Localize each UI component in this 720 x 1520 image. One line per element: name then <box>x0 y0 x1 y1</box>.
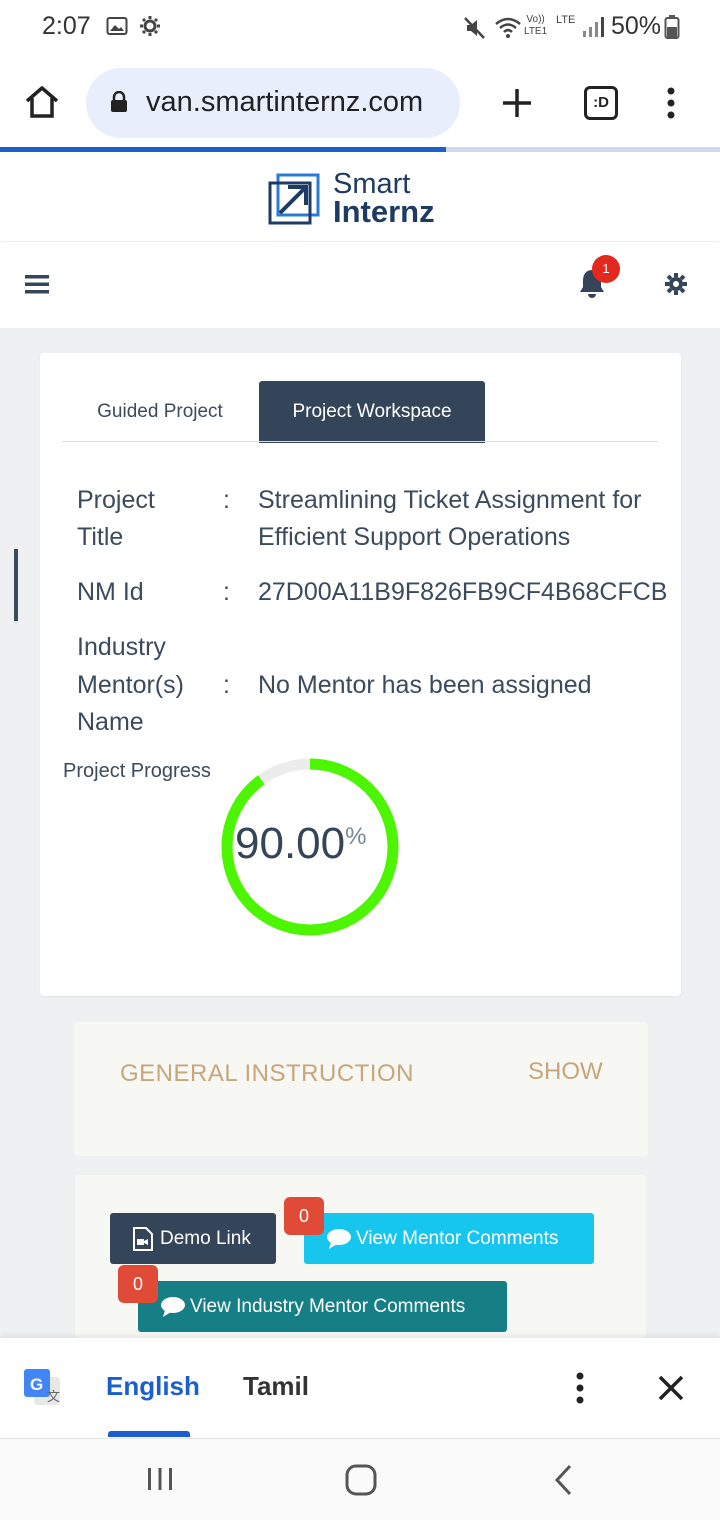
app-nav-bar: 1 <box>0 242 720 328</box>
project-title-label-line2: Title <box>77 523 124 551</box>
nm-id-colon: : <box>223 578 230 606</box>
browser-toolbar: van.smartinternz.com :D <box>0 56 720 150</box>
logo-text-internz: Internz <box>333 194 435 229</box>
back-icon[interactable] <box>552 1463 574 1497</box>
recent-apps-icon[interactable] <box>145 1466 175 1492</box>
address-bar[interactable]: van.smartinternz.com <box>86 68 460 138</box>
volte-label: Vo)) <box>526 14 545 25</box>
tab-divider <box>62 441 658 442</box>
site-header: Smart Internz <box>0 152 720 242</box>
demo-link-label: Demo Link <box>160 1227 251 1249</box>
view-mentor-comments-label: View Mentor Comments <box>356 1227 559 1249</box>
status-time: 2:07 <box>42 12 91 40</box>
translate-bar: G 文 English Tamil <box>0 1338 720 1438</box>
mentor-comments-count-badge: 0 <box>284 1197 324 1235</box>
tab-switcher-button[interactable]: :D <box>584 86 618 120</box>
home-nav-icon[interactable] <box>344 1463 378 1497</box>
svg-text:G: G <box>30 1375 43 1394</box>
video-file-icon <box>133 1226 153 1251</box>
lte1-label: LTE1 <box>524 26 548 37</box>
more-options-icon[interactable] <box>664 86 678 120</box>
language-english[interactable]: English <box>106 1371 200 1402</box>
status-bar: 2:07 Vo)) LTE1 LTE 50% <box>0 0 720 56</box>
settings-icon[interactable] <box>664 272 688 296</box>
comment-icon <box>327 1228 351 1249</box>
hamburger-menu-icon[interactable] <box>25 274 49 294</box>
view-industry-mentor-comments-button[interactable]: View Industry Mentor Comments <box>138 1281 507 1332</box>
project-title-value-line2: Efficient Support Operations <box>258 523 571 551</box>
view-mentor-comments-button[interactable]: View Mentor Comments <box>304 1213 594 1264</box>
svg-text:文: 文 <box>47 1390 60 1405</box>
general-instruction-title: GENERAL INSTRUCTION <box>120 1060 414 1087</box>
mentor-colon: : <box>223 671 230 699</box>
demo-link-button[interactable]: Demo Link <box>110 1213 276 1264</box>
mentor-value: No Mentor has been assigned <box>258 671 592 699</box>
general-instruction-panel: GENERAL INSTRUCTION SHOW <box>74 1022 648 1156</box>
project-title-label-line1: Project <box>77 486 155 514</box>
progress-value-unit: % <box>345 823 367 850</box>
notification-count-badge: 1 <box>592 255 620 283</box>
project-actions-panel: Demo Link View Mentor Comments 0 View In… <box>75 1175 646 1338</box>
mentor-label-line2: Mentor(s) <box>77 671 184 699</box>
view-industry-mentor-comments-label: View Industry Mentor Comments <box>190 1295 466 1317</box>
close-icon[interactable] <box>657 1374 685 1402</box>
project-title-colon: : <box>223 486 230 514</box>
url-text[interactable]: van.smartinternz.com <box>146 86 423 119</box>
translate-more-icon[interactable] <box>573 1371 587 1405</box>
google-translate-icon[interactable]: G 文 <box>22 1367 62 1407</box>
lock-icon[interactable] <box>110 91 128 113</box>
nm-id-label: NM Id <box>77 578 144 606</box>
battery-percent: 50% <box>611 12 662 40</box>
wifi-icon <box>495 17 521 38</box>
mentor-label-line1: Industry <box>77 633 166 661</box>
signal-icon <box>583 17 604 37</box>
industry-comments-count-badge: 0 <box>118 1265 158 1303</box>
mute-icon <box>464 17 485 39</box>
progress-value-number: 90.00 <box>235 819 346 868</box>
smartinternz-logo-icon[interactable] <box>268 173 320 225</box>
nm-id-value: 27D00A11B9F826FB9CF4B68CFCB30E <box>258 578 668 606</box>
project-details-card: Guided Project Project Workspace Project… <box>40 353 681 996</box>
general-instruction-show-toggle[interactable]: SHOW <box>528 1058 603 1086</box>
volte-indicator: Vo)) LTE1 <box>524 14 547 38</box>
new-tab-icon[interactable] <box>500 86 534 120</box>
progress-value: 90.00% <box>235 819 366 869</box>
settings-gear-icon <box>140 16 160 36</box>
tab-project-workspace[interactable]: Project Workspace <box>259 381 485 443</box>
language-english-underline <box>108 1431 190 1437</box>
language-tamil[interactable]: Tamil <box>243 1371 309 1402</box>
lte-label: LTE <box>556 14 576 26</box>
tab-guided-project[interactable]: Guided Project <box>62 381 258 443</box>
gallery-icon <box>106 17 128 35</box>
side-drawer-indicator[interactable] <box>14 549 18 621</box>
project-title-value-line1: Streamlining Ticket Assignment for <box>258 486 642 514</box>
home-icon[interactable] <box>24 84 60 120</box>
mentor-label-line3: Name <box>77 708 144 736</box>
android-navigation-bar <box>0 1438 720 1520</box>
battery-icon <box>664 15 680 39</box>
comment-icon <box>161 1296 185 1317</box>
project-progress-label: Project Progress <box>63 760 211 782</box>
